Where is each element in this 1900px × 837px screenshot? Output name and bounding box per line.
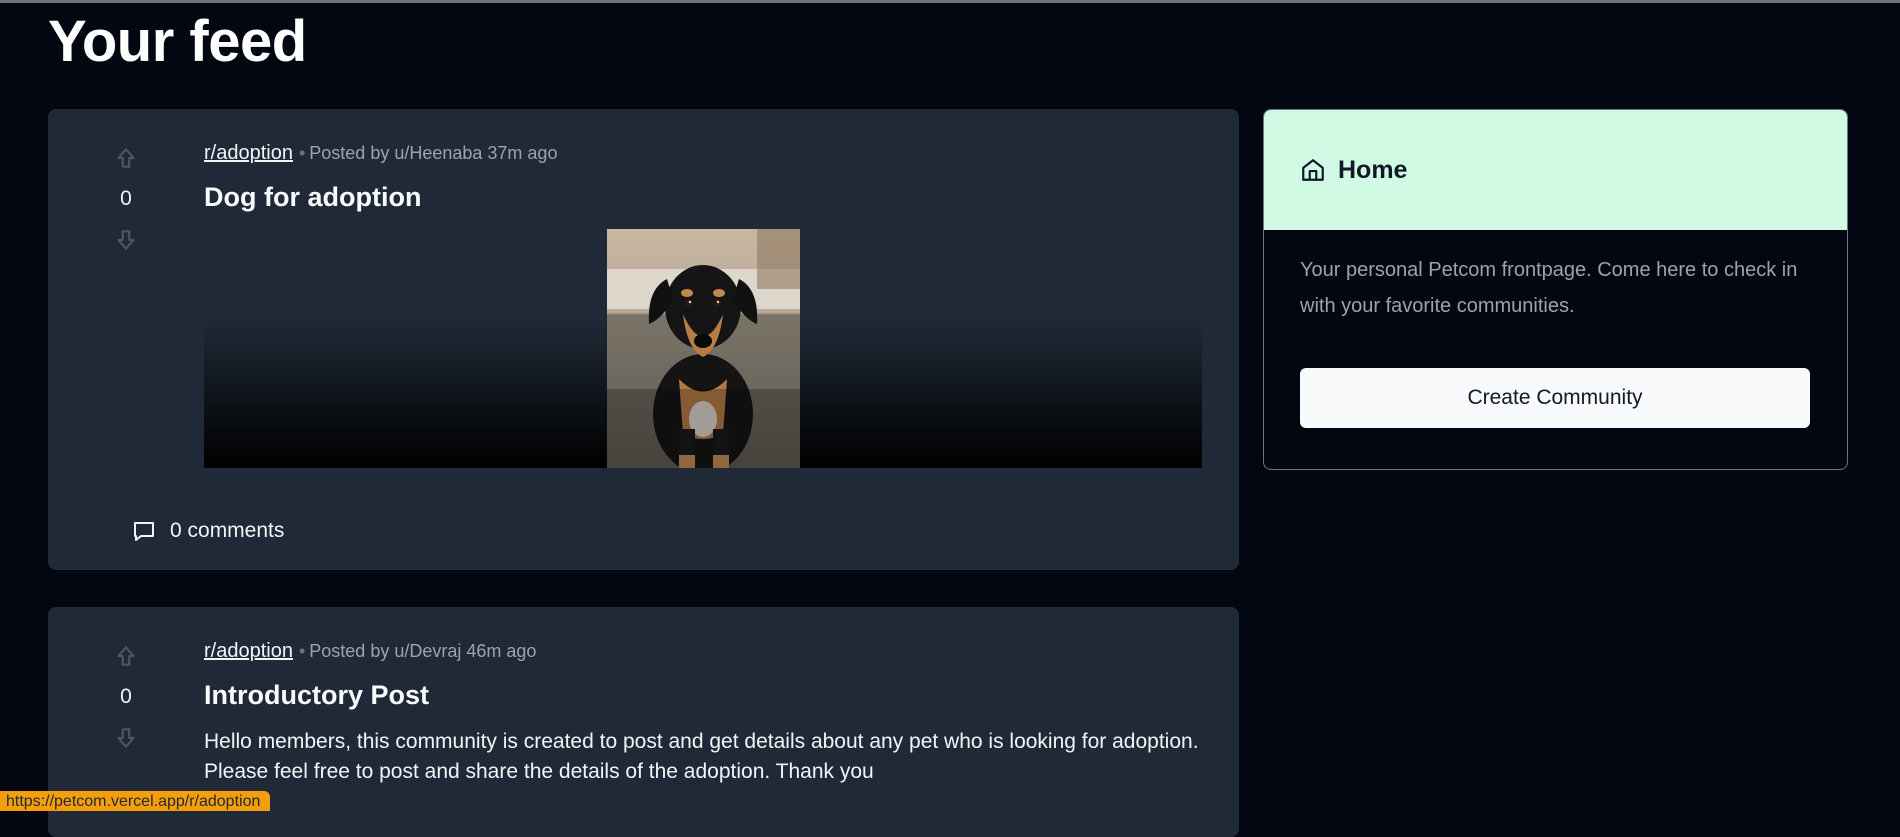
post-media[interactable] (204, 229, 1202, 468)
home-card-title: Home (1338, 155, 1408, 184)
vote-column: 0 (78, 145, 174, 253)
post-content: r/adoption • Posted by u/Devraj 46m ago In… (204, 637, 1202, 808)
comments-count: 0 comments (170, 519, 285, 542)
create-community-button[interactable]: Create Community (1300, 368, 1810, 428)
comments-link[interactable]: 0 comments (132, 519, 284, 543)
downvote-arrow-icon[interactable] (113, 227, 139, 253)
meta-separator: • (298, 641, 306, 661)
status-bar-url: https://petcom.vercel.app/r/adoption (0, 791, 271, 811)
vote-count: 0 (120, 187, 132, 210)
window-top-border (0, 0, 1900, 3)
upvote-arrow-icon[interactable] (113, 145, 139, 171)
post-author-time: Posted by u/Heenaba 37m ago (309, 143, 558, 163)
dog-photo-image (607, 229, 800, 468)
meta-separator: • (298, 143, 306, 163)
upvote-arrow-icon[interactable] (113, 643, 139, 669)
vote-column: 0 (78, 643, 174, 751)
home-card-header: Home (1264, 110, 1847, 230)
post-title[interactable]: Dog for adoption (204, 179, 1202, 215)
vote-count: 0 (120, 685, 132, 708)
comment-icon (134, 522, 154, 541)
home-card-description: Your personal Petcom frontpage. Come her… (1300, 259, 1798, 317)
post-card: 0 r/adoption • Posted by u/Heenaba 37m ago… (48, 109, 1239, 570)
post-author-time: Posted by u/Devraj 46m ago (309, 641, 537, 661)
home-sidebar-card: Home Your personal Petcom frontpage. Com… (1263, 109, 1848, 470)
post-meta: r/adoption • Posted by u/Heenaba 37m ago (204, 139, 1202, 167)
subreddit-link[interactable]: r/adoption (204, 142, 293, 164)
subreddit-link[interactable]: r/adoption (204, 640, 293, 662)
page-title: Your feed (48, 9, 307, 74)
post-body: Hello members, this community is created… (204, 730, 1199, 783)
post-meta: r/adoption • Posted by u/Devraj 46m ago (204, 637, 1202, 665)
downvote-arrow-icon[interactable] (113, 725, 139, 751)
post-title[interactable]: Introductory Post (204, 677, 1202, 713)
post-content: r/adoption • Posted by u/Heenaba 37m ago D… (204, 139, 1202, 468)
home-icon (1302, 159, 1324, 181)
